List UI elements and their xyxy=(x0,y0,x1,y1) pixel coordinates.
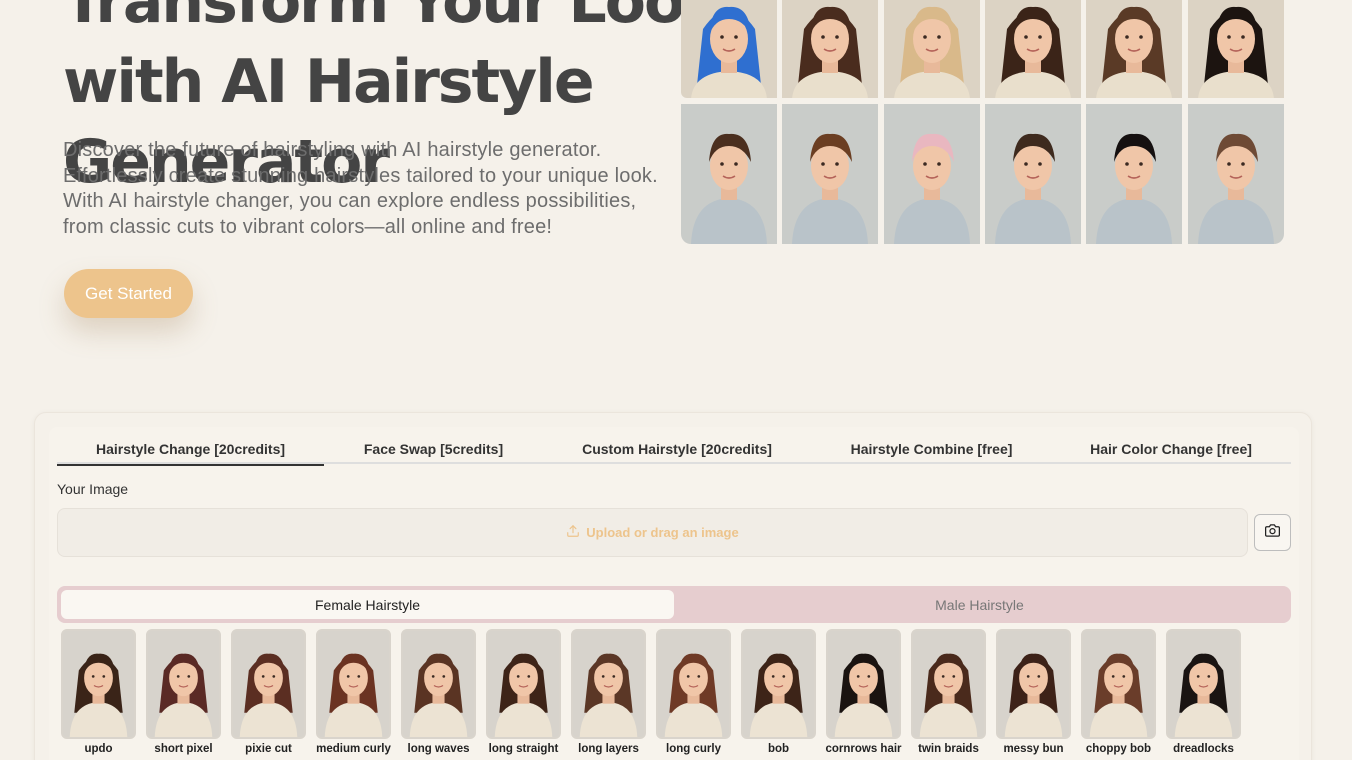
hero-gallery xyxy=(681,0,1284,244)
hairstyle-option[interactable]: pixie cut xyxy=(231,629,306,755)
tab-hairstyle-change[interactable]: Hairstyle Change [20credits] xyxy=(57,434,324,466)
gallery-male-pompadour xyxy=(1188,104,1284,244)
hairstyle-thumbnail xyxy=(656,629,731,739)
gallery-male-short-brown xyxy=(681,104,777,244)
gender-segment-control: Female Hairstyle Male Hairstyle xyxy=(57,586,1291,623)
hairstyle-option[interactable]: messy bun xyxy=(996,629,1071,755)
hairstyle-thumbnail xyxy=(1166,629,1241,739)
hairstyle-thumbnail xyxy=(571,629,646,739)
hairstyle-thumbnail xyxy=(911,629,986,739)
hero-title-line-1: Transform Your Look xyxy=(63,0,723,37)
hero-title-line-2: with AI Hairstyle xyxy=(63,47,595,117)
hairstyle-thumbnail xyxy=(61,629,136,739)
hairstyle-thumbnail xyxy=(231,629,306,739)
hairstyle-label: long layers xyxy=(578,743,639,755)
hairstyle-thumbnail xyxy=(1081,629,1156,739)
hairstyle-option[interactable]: bob xyxy=(741,629,816,755)
hairstyle-option[interactable]: cornrows hair xyxy=(825,629,902,755)
hairstyle-label: long waves xyxy=(407,743,470,755)
gallery-male-pink-quiff xyxy=(884,104,980,244)
gallery-female-blonde-waves xyxy=(884,0,980,98)
hairstyle-thumbnail xyxy=(146,629,221,739)
gallery-female-dark-bob xyxy=(782,0,878,98)
hairstyle-label: short pixel xyxy=(154,743,213,755)
gallery-male-curly-brown xyxy=(782,104,878,244)
hairstyle-label: pixie cut xyxy=(245,743,292,755)
hairstyle-label: bob xyxy=(767,743,790,755)
hairstyle-option[interactable]: long straight xyxy=(486,629,561,755)
hairstyle-option[interactable]: dreadlocks xyxy=(1166,629,1241,755)
hairstyle-label: twin braids xyxy=(918,743,979,755)
tab-custom-hairstyle[interactable]: Custom Hairstyle [20credits] xyxy=(543,434,811,464)
hairstyle-option[interactable]: long curly xyxy=(656,629,731,755)
hairstyle-options: updo short pixel pixie cut medium curly long… xyxy=(61,629,1251,760)
hairstyle-label: cornrows hair xyxy=(825,743,902,755)
upload-icon xyxy=(566,524,580,541)
hairstyle-option[interactable]: medium curly xyxy=(316,629,391,755)
your-image-label: Your Image xyxy=(57,481,129,497)
hairstyle-label: updo xyxy=(84,743,113,755)
gallery-female-blue-bob xyxy=(681,0,777,98)
hairstyle-label: choppy bob xyxy=(1085,743,1152,755)
tab-hair-color-change[interactable]: Hair Color Change [free] xyxy=(1052,434,1290,464)
tab-hairstyle-combine[interactable]: Hairstyle Combine [free] xyxy=(811,434,1052,464)
hairstyle-option[interactable]: twin braids xyxy=(911,629,986,755)
gallery-male-black-afro xyxy=(1086,104,1182,244)
hairstyle-thumbnail xyxy=(486,629,561,739)
hairstyle-option[interactable]: short pixel xyxy=(146,629,221,755)
hairstyle-thumbnail xyxy=(316,629,391,739)
hairstyle-label: messy bun xyxy=(1003,743,1064,755)
gallery-female-messy-waves xyxy=(1086,0,1182,98)
hairstyle-label: long straight xyxy=(488,743,559,755)
hairstyle-thumbnail xyxy=(401,629,476,739)
hairstyle-option[interactable]: long layers xyxy=(571,629,646,755)
upload-text: Upload or drag an image xyxy=(586,525,739,540)
hairstyle-label: medium curly xyxy=(316,743,391,755)
hairstyle-thumbnail xyxy=(996,629,1071,739)
tool-tabs: Hairstyle Change [20credits] Face Swap [… xyxy=(57,434,1291,466)
female-hairstyle-tab[interactable]: Female Hairstyle xyxy=(61,590,674,619)
hairstyle-label: dreadlocks xyxy=(1173,743,1234,755)
get-started-button[interactable]: Get Started xyxy=(64,269,193,318)
hairstyle-thumbnail xyxy=(741,629,816,739)
image-upload-dropzone[interactable]: Upload or drag an image xyxy=(57,508,1248,557)
hairstyle-option[interactable]: updo xyxy=(61,629,136,755)
hero-description: Discover the future of hairstyling with … xyxy=(63,139,658,239)
hairstyle-thumbnail xyxy=(826,629,901,739)
hairstyle-option[interactable]: long waves xyxy=(401,629,476,755)
camera-icon xyxy=(1265,523,1280,543)
camera-button[interactable] xyxy=(1254,514,1291,551)
hairstyle-label: long curly xyxy=(666,743,721,755)
hairstyle-option[interactable]: choppy bob xyxy=(1081,629,1156,755)
male-hairstyle-tab[interactable]: Male Hairstyle xyxy=(673,590,1286,619)
gallery-female-black-braids xyxy=(1188,0,1284,98)
gallery-female-curly-updo xyxy=(985,0,1081,98)
tab-face-swap[interactable]: Face Swap [5credits] xyxy=(324,434,543,464)
gallery-male-textured-crop xyxy=(985,104,1081,244)
